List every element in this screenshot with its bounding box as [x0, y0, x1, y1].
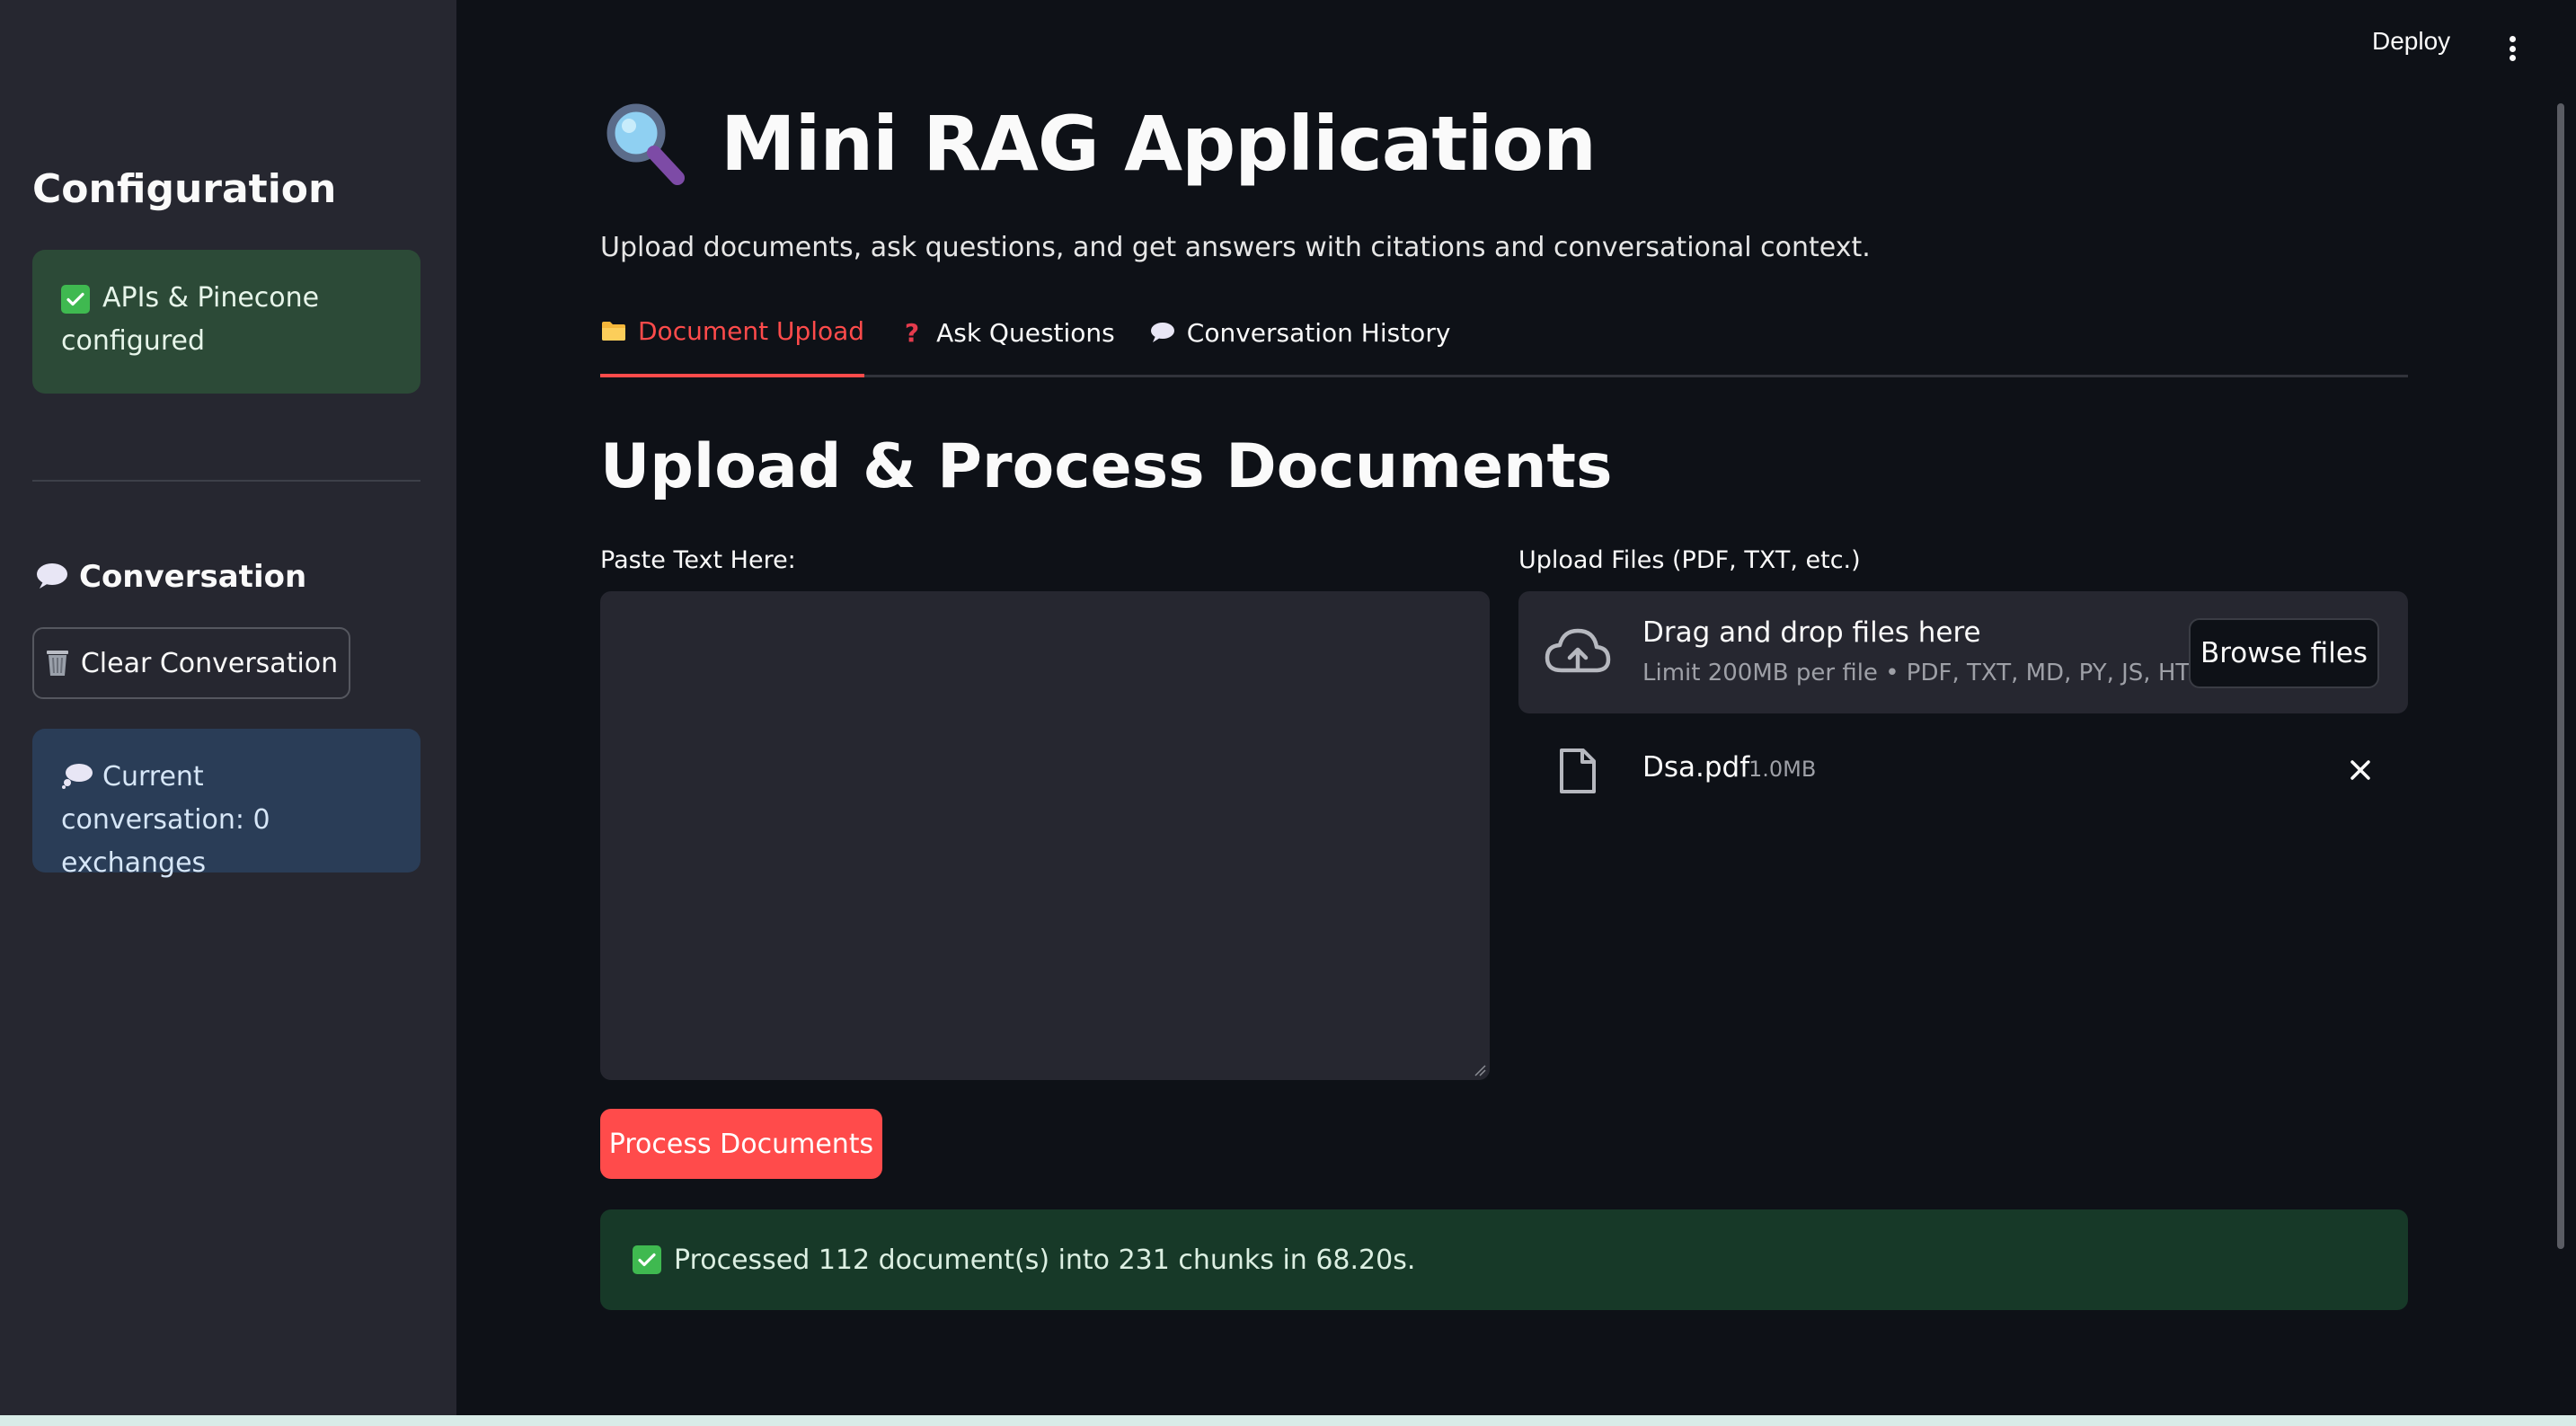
question-icon: ? — [905, 319, 919, 346]
sidebar-title: Configuration — [32, 166, 337, 212]
file-name: Dsa.pdf — [1642, 751, 1750, 784]
sidebar-divider — [32, 480, 420, 482]
file-icon — [1560, 748, 1596, 793]
config-status-text: APIs & Pinecone configured — [61, 282, 320, 357]
folder-icon — [602, 322, 625, 341]
processing-result-text: Processed 112 document(s) into 231 chunk… — [674, 1244, 1416, 1276]
thought-bubble-icon — [62, 764, 93, 789]
scrollbar[interactable] — [2557, 103, 2564, 1249]
window-bottom-edge — [0, 1415, 2576, 1426]
deploy-button[interactable]: Deploy — [2372, 27, 2450, 56]
dropzone-limits: Limit 200MB per file • PDF, TXT, MD, PY,… — [1642, 660, 2234, 686]
config-status-alert: APIs & Pinecone configured — [32, 250, 420, 394]
magnifying-glass-icon — [606, 103, 685, 185]
browse-files-button[interactable]: Browse files — [2189, 618, 2379, 688]
section-title: Upload & Process Documents — [600, 431, 1613, 502]
clear-conversation-button[interactable]: Clear Conversation — [32, 627, 350, 699]
tab-label: Document Upload — [638, 315, 865, 346]
cloud-upload-icon — [1545, 628, 1611, 673]
clear-conversation-label: Clear Conversation — [80, 647, 339, 679]
paste-text-label: Paste Text Here: — [600, 546, 796, 574]
tab-conversation-history[interactable]: Conversation History — [1149, 311, 1451, 377]
speech-bubble-icon — [1150, 323, 1174, 342]
file-size: 1.0MB — [1748, 757, 1817, 782]
sidebar: Configuration APIs & Pinecone configured… — [0, 0, 456, 1426]
tab-document-upload[interactable]: Document Upload — [600, 311, 865, 377]
tab-bar: Document Upload ? Ask Questions Conversa… — [600, 311, 2408, 377]
tab-label: Conversation History — [1186, 317, 1451, 348]
upload-files-label: Upload Files (PDF, TXT, etc.) — [1518, 546, 1861, 574]
speech-bubble-icon — [37, 563, 67, 589]
conversation-heading: Conversation — [36, 559, 306, 595]
paste-text-area[interactable] — [600, 591, 1490, 1080]
file-dropzone[interactable]: Drag and drop files here Limit 200MB per… — [1518, 591, 2408, 713]
page-subtitle: Upload documents, ask questions, and get… — [600, 232, 1871, 263]
close-icon[interactable] — [2345, 755, 2376, 785]
vertical-dots-icon[interactable] — [2501, 29, 2523, 68]
check-icon — [61, 285, 90, 314]
resize-handle-icon[interactable] — [1474, 1064, 1486, 1076]
uploaded-file-row: Dsa.pdf 1.0MB — [1518, 737, 2408, 802]
processing-result-alert: Processed 112 document(s) into 231 chunk… — [600, 1209, 2408, 1310]
tab-label: Ask Questions — [936, 317, 1115, 348]
check-icon — [633, 1245, 661, 1274]
tab-ask-questions[interactable]: ? Ask Questions — [899, 311, 1115, 377]
wastebasket-icon — [46, 651, 68, 676]
page-title: Mini RAG Application — [721, 100, 1597, 188]
conversation-info-alert: Current conversation: 0 exchanges — [32, 729, 420, 879]
dropzone-title: Drag and drop files here — [1642, 616, 1981, 649]
svg-text:?: ? — [905, 319, 919, 346]
title-row: Mini RAG Application — [600, 99, 1597, 189]
process-documents-button[interactable]: Process Documents — [600, 1109, 882, 1179]
